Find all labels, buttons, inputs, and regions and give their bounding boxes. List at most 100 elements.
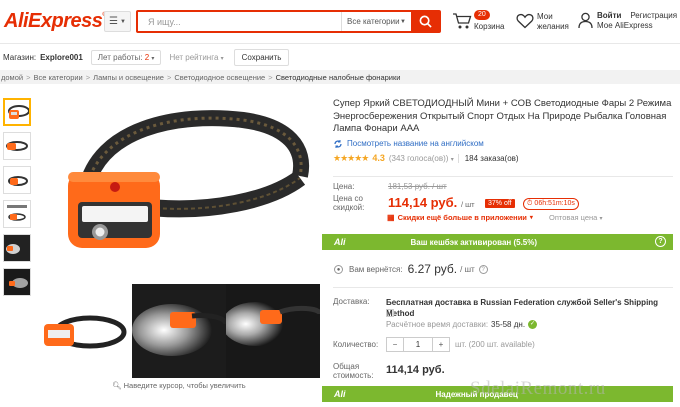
thumbnail-list — [3, 98, 33, 302]
quantity-available: шт. (200 шт. available) — [455, 340, 535, 349]
quantity-decrease-button[interactable]: − — [387, 338, 403, 351]
thumbnail[interactable] — [3, 200, 31, 228]
breadcrumb-item[interactable]: домой — [1, 73, 23, 82]
quantity-row: Количество: − 1 + шт. (200 шт. available… — [333, 337, 673, 353]
orders-count: 184 заказа(ов) — [457, 153, 519, 163]
product-image[interactable] — [226, 284, 320, 378]
chevron-down-icon: ▾ — [599, 216, 603, 222]
search-icon — [419, 15, 432, 28]
check-icon: ✓ — [528, 320, 538, 329]
delivery-time-value: 35-58 дн. — [491, 320, 526, 329]
product-image[interactable] — [132, 284, 226, 378]
heart-icon — [516, 13, 534, 29]
app-discount-text: Скидки ещё больше в приложении — [397, 213, 527, 222]
rating-value: 4.3 — [372, 153, 385, 163]
search-input[interactable] — [138, 12, 341, 31]
store-years-prefix: Лет работы: — [97, 52, 145, 62]
zoom-icon: 🔍︎ — [112, 381, 122, 390]
star-rating-icon: ★★★★★ — [333, 152, 369, 163]
shipping-text-value: Бесплатная доставка в Russian Federation… — [386, 298, 659, 318]
register-link[interactable]: Регистрация — [630, 11, 677, 20]
discount-label-line1: Цена со — [333, 194, 363, 203]
translate-text: Посмотреть название на английском — [347, 139, 484, 148]
thumbnail[interactable] — [3, 166, 31, 194]
breadcrumb-item-current[interactable]: Светодиодные налобные фонарики — [276, 73, 401, 82]
chevron-down-icon: ▼ — [400, 18, 406, 25]
wishlist[interactable]: Мои желания — [516, 10, 586, 34]
my-aliexpress-link[interactable]: Мое AliExpress — [597, 21, 677, 31]
shipping-label: Доставка: — [333, 297, 370, 306]
zoom-hint-text: Наведите курсор, чтобы увеличить — [123, 381, 246, 390]
breadcrumb-item[interactable]: Все категории — [33, 73, 82, 82]
search-button[interactable] — [411, 12, 439, 31]
product-image[interactable] — [38, 284, 132, 378]
headlamp-thumbnail-image — [4, 133, 30, 159]
save-store-button[interactable]: Сохранить — [233, 48, 290, 66]
category-select[interactable]: Все категории ▼ — [341, 12, 411, 31]
total-value: 114,14 руб. — [386, 364, 445, 376]
chevron-down-icon: ▾ — [220, 55, 224, 62]
quantity-input[interactable]: 1 — [403, 338, 433, 351]
thumbnail[interactable] — [3, 268, 31, 296]
qr-code-icon: ▦ — [387, 213, 395, 222]
quantity-increase-button[interactable]: + — [433, 338, 449, 351]
shipping-dropdown-chevron-icon[interactable]: ⌄ — [386, 309, 394, 317]
price-unit: / шт — [460, 200, 475, 209]
chevron-down-icon: ▾ — [450, 156, 454, 163]
cart[interactable]: 20 Корзина — [452, 10, 512, 34]
breadcrumb-item[interactable]: Лампы и освещение — [93, 73, 164, 82]
cashback-text: Ваш кешбэк активирован (5.5%) — [410, 237, 538, 247]
headlamp-light-image — [226, 284, 320, 378]
countdown-value: 06h:51m:10s — [534, 200, 575, 207]
quantity-stepper: − 1 + — [386, 337, 450, 352]
wholesale-price-link[interactable]: Оптовая цена ▾ — [549, 213, 602, 222]
ali-logo-icon: Ali — [334, 237, 346, 247]
cart-count-badge: 20 — [474, 10, 490, 20]
aliexpress-logo[interactable]: AliExpress® — [4, 10, 107, 33]
divider — [333, 176, 673, 177]
breadcrumb-separator: > — [85, 72, 91, 82]
clock-icon: ⏱ — [527, 200, 533, 207]
hamburger-icon: ☰ — [109, 16, 118, 27]
app-discount-link[interactable]: ▦ Скидки ещё больше в приложении ▾ — [387, 213, 533, 222]
product-image-grid — [38, 284, 320, 378]
translate-icon — [334, 139, 342, 148]
product-main-image[interactable] — [38, 98, 320, 278]
wishlist-label: Мои желания — [537, 12, 569, 32]
translate-link[interactable]: Посмотреть название на английском — [333, 139, 673, 149]
delivery-time-label: Расчётное время доставки: — [386, 320, 489, 329]
headlamp-thumbnail-image — [5, 100, 29, 124]
chevron-down-icon: ▾ — [151, 55, 155, 62]
breadcrumb-item[interactable]: Светодиодное освещение — [174, 73, 265, 82]
cart-label: Корзина — [474, 22, 505, 31]
store-bar: Магазин: Explore001 Лет работы: 2 ▾ Нет … — [0, 47, 680, 67]
headlamp-light-image — [132, 284, 226, 378]
wholesale-price-text: Оптовая цена — [549, 213, 598, 222]
rating-votes[interactable]: (343 голоса(ов)) ▾ — [389, 154, 454, 163]
login-link[interactable]: Войти — [597, 11, 621, 20]
rating-votes-text: (343 голоса(ов)) — [388, 153, 449, 163]
breadcrumb-separator: > — [268, 72, 273, 82]
help-icon[interactable]: ? — [478, 264, 488, 274]
thumbnail[interactable] — [3, 98, 31, 126]
store-name[interactable]: Explore001 — [40, 53, 83, 62]
headlamp-thumbnail-image — [4, 201, 30, 227]
refund-row: ● Вам вернётся: 6.27 руб. / шт ? — [333, 258, 673, 280]
discount-price: 114,14 руб. / шт — [388, 195, 475, 210]
refund-value: 6.27 руб. — [407, 262, 458, 276]
breadcrumb: домой > Все категории > Лампы и освещение >… — [0, 70, 680, 84]
price-label: Цена: — [333, 182, 355, 191]
store-rating-label: Нет рейтинга — [169, 52, 219, 62]
refund-unit: / шт — [460, 264, 475, 274]
menu-button[interactable]: ☰ ▼ — [104, 11, 131, 32]
wish-line2: желания — [537, 22, 569, 31]
store-rating[interactable]: Нет рейтинга ▾ — [169, 53, 223, 62]
thumbnail[interactable] — [3, 234, 31, 262]
discount-label-line2: скидкой: — [333, 203, 365, 212]
account[interactable]: Войти Регистрация Мое AliExpress — [578, 9, 678, 35]
wish-line1: Мои — [537, 12, 553, 21]
thumbnail[interactable] — [3, 132, 31, 160]
delivery-time: Расчётное время доставки: 35-58 дн. ✓ — [386, 320, 538, 329]
rating-row: ★★★★★ 4.3 (343 голоса(ов)) ▾ 184 заказа(… — [333, 153, 673, 164]
help-icon[interactable]: ? — [655, 236, 666, 247]
